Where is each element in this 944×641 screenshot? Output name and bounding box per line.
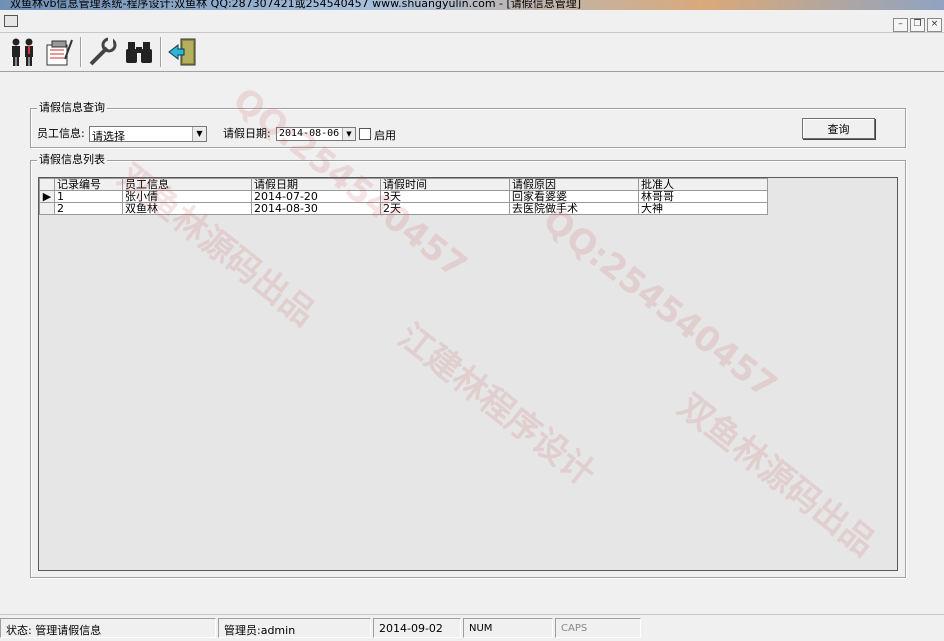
status-date-text: 2014-09-02 xyxy=(379,622,443,635)
list-groupbox-title: 请假信息列表 xyxy=(37,153,107,167)
settings-button[interactable] xyxy=(85,36,119,68)
employee-label: 员工信息: xyxy=(37,127,85,140)
column-header-record-id[interactable]: 记录编号 xyxy=(54,178,123,191)
leave-date-value: 2014-08-06 xyxy=(279,128,340,139)
table-cell[interactable]: 林哥哥 xyxy=(638,190,768,203)
status-panel-caps: CAPS xyxy=(555,618,641,638)
table-cell[interactable]: 2014-08-30 xyxy=(251,202,381,215)
status-panel-user: 管理员:admin xyxy=(218,618,371,638)
toolbar xyxy=(0,33,944,72)
status-panel-state: 状态: 管理请假信息 xyxy=(0,618,216,638)
table-cell[interactable]: 双鱼林 xyxy=(122,202,252,215)
window-title: 双鱼林vb信息管理系统-程序设计:双鱼林 QQ:287307421或254540… xyxy=(10,0,582,10)
status-caps-text: CAPS xyxy=(561,623,588,634)
employee-select[interactable]: 请选择 ▼ xyxy=(89,126,207,143)
table-cell[interactable]: 2天 xyxy=(380,202,510,215)
chevron-down-icon[interactable]: ▼ xyxy=(192,127,206,141)
query-button[interactable]: 查询 xyxy=(802,118,875,139)
status-panel-num: NUM xyxy=(463,618,553,638)
table-cell[interactable]: 张小倩 xyxy=(122,190,252,203)
query-groupbox-title: 请假信息查询 xyxy=(37,101,107,115)
status-state-text: 状态: 管理请假信息 xyxy=(6,624,102,637)
close-icon[interactable]: × xyxy=(927,18,942,32)
wrench-icon xyxy=(89,37,117,66)
leave-data-grid[interactable]: 记录编号 员工信息 请假日期 请假时间 请假原因 批准人 ▶ 1 张小倩 201… xyxy=(38,177,898,571)
table-cell[interactable]: 1 xyxy=(54,190,123,203)
leave-date-label: 请假日期: xyxy=(223,127,271,140)
mdi-bar: – ❐ × xyxy=(0,10,944,33)
current-row-indicator-icon: ▶ xyxy=(39,190,55,203)
restore-icon[interactable]: ❐ xyxy=(910,18,925,32)
column-header-leave-date[interactable]: 请假日期 xyxy=(251,178,381,191)
enable-date-label: 启用 xyxy=(374,129,396,142)
row-selector-header xyxy=(39,178,55,191)
column-header-employee[interactable]: 员工信息 xyxy=(122,178,252,191)
binoculars-icon xyxy=(126,42,152,63)
status-user-text: 管理员:admin xyxy=(224,624,296,637)
employee-management-button[interactable] xyxy=(6,36,40,68)
exit-button[interactable] xyxy=(166,36,200,68)
leave-record-button[interactable] xyxy=(42,36,76,68)
window-title-bar: 双鱼林vb信息管理系统-程序设计:双鱼林 QQ:287307421或254540… xyxy=(0,0,944,10)
column-header-leave-reason[interactable]: 请假原因 xyxy=(509,178,639,191)
notepad-icon xyxy=(46,39,73,66)
table-row[interactable]: ▶ 1 张小倩 2014-07-20 3天 回家看婆婆 林哥哥 xyxy=(39,190,768,203)
people-icon xyxy=(12,38,33,66)
enable-date-checkbox[interactable] xyxy=(359,128,371,140)
status-num-text: NUM xyxy=(469,623,493,634)
table-cell[interactable]: 回家看婆婆 xyxy=(509,190,639,203)
row-selector[interactable] xyxy=(39,202,55,215)
table-cell[interactable]: 大神 xyxy=(638,202,768,215)
query-groupbox: 请假信息查询 员工信息: 请选择 ▼ 请假日期: 2014-08-06 ▼ 启用… xyxy=(30,101,906,148)
column-header-leave-duration[interactable]: 请假时间 xyxy=(380,178,510,191)
table-cell[interactable]: 3天 xyxy=(380,190,510,203)
exit-door-icon xyxy=(168,38,196,66)
table-header-row: 记录编号 员工信息 请假日期 请假时间 请假原因 批准人 xyxy=(39,178,768,191)
leave-table: 记录编号 员工信息 请假日期 请假时间 请假原因 批准人 ▶ 1 张小倩 201… xyxy=(39,178,768,215)
leave-date-picker[interactable]: 2014-08-06 ▼ xyxy=(276,127,356,141)
status-panel-date: 2014-09-02 xyxy=(373,618,461,638)
status-bar: 状态: 管理请假信息 管理员:admin 2014-09-02 NUM CAPS xyxy=(0,614,944,641)
table-cell[interactable]: 去医院做手术 xyxy=(509,202,639,215)
chevron-down-icon[interactable]: ▼ xyxy=(342,128,355,140)
employee-select-value: 请选择 xyxy=(92,130,125,143)
table-row[interactable]: 2 双鱼林 2014-08-30 2天 去医院做手术 大神 xyxy=(39,202,768,215)
minimize-icon[interactable]: – xyxy=(893,18,908,32)
table-cell[interactable]: 2 xyxy=(54,202,123,215)
app-document-icon[interactable] xyxy=(4,15,18,27)
column-header-approver[interactable]: 批准人 xyxy=(638,178,768,191)
search-button[interactable] xyxy=(122,36,156,68)
table-cell[interactable]: 2014-07-20 xyxy=(251,190,381,203)
